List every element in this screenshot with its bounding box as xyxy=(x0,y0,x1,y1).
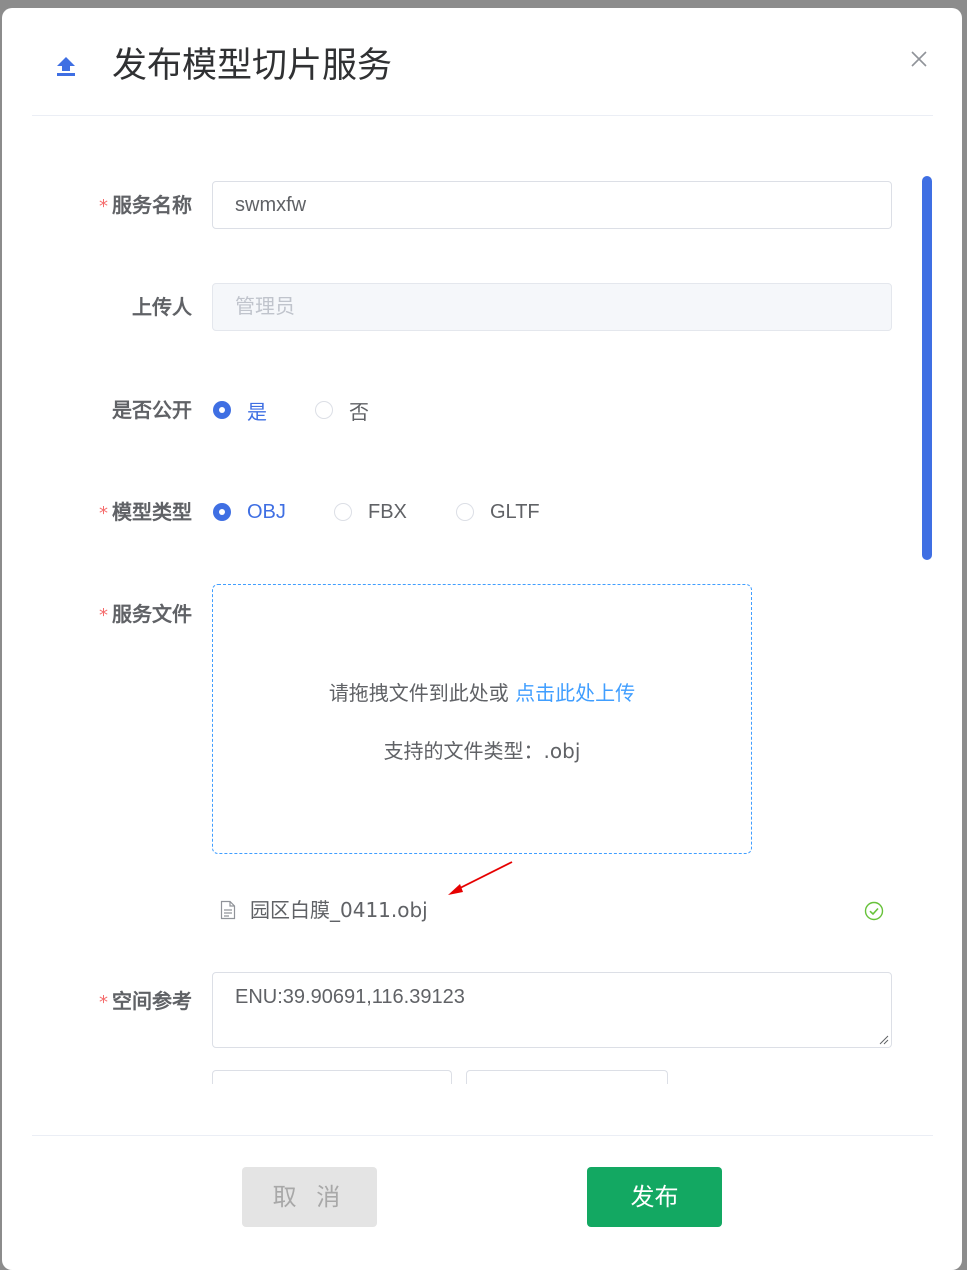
upload-link[interactable]: 点击此处上传 xyxy=(515,681,635,705)
resize-grip-icon[interactable] xyxy=(877,1033,889,1045)
scrollbar-thumb[interactable] xyxy=(922,176,932,560)
required-mark: * xyxy=(99,992,108,1013)
file-type-tip: 支持的文件类型：.obj xyxy=(383,739,581,763)
radio-model-fbx[interactable]: FBX xyxy=(334,498,407,526)
success-check-icon xyxy=(864,901,884,921)
radio-model-gltf[interactable]: GLTF xyxy=(456,498,540,526)
model-type-label: * 模型类型 xyxy=(99,500,192,524)
spatial-reference-textarea[interactable]: ENU:39.90691,116.39123 xyxy=(212,972,892,1048)
publish-dialog: 发布模型切片服务 * 服务名称 swmxfw 上传人 管理员 是否公开 是 否 *… xyxy=(2,8,962,1270)
is-public-label: 是否公开 xyxy=(112,398,192,422)
cancel-button[interactable]: 取 消 xyxy=(242,1167,377,1227)
radio-unchecked-icon xyxy=(456,503,474,521)
file-dropzone[interactable]: 请拖拽文件到此处或 点击此处上传 支持的文件类型：.obj xyxy=(212,584,752,854)
header-divider xyxy=(32,115,933,116)
radio-checked-icon xyxy=(213,503,231,521)
footer-divider xyxy=(32,1135,933,1136)
radio-unchecked-icon xyxy=(315,401,333,419)
required-mark: * xyxy=(99,503,108,524)
required-mark: * xyxy=(99,605,108,626)
radio-public-no[interactable]: 否 xyxy=(315,396,369,424)
service-name-label: * 服务名称 xyxy=(99,193,192,217)
uploaded-file-item[interactable]: 园区白膜_0411.obj xyxy=(212,892,892,928)
dialog-title: 发布模型切片服务 xyxy=(112,46,393,86)
radio-label: 否 xyxy=(349,401,369,424)
radio-public-yes[interactable]: 是 xyxy=(213,396,267,424)
radio-label: OBJ xyxy=(247,500,286,523)
radio-label: FBX xyxy=(368,500,407,523)
partial-input-left[interactable] xyxy=(212,1070,452,1084)
service-file-label: * 服务文件 xyxy=(99,602,192,626)
radio-unchecked-icon xyxy=(334,503,352,521)
upload-icon xyxy=(57,57,75,76)
radio-checked-icon xyxy=(213,401,231,419)
close-icon[interactable] xyxy=(908,48,930,70)
uploader-label: 上传人 xyxy=(132,295,192,319)
radio-model-obj[interactable]: OBJ xyxy=(213,498,286,526)
publish-button[interactable]: 发布 xyxy=(587,1167,722,1227)
partial-input-right[interactable] xyxy=(466,1070,668,1084)
dialog-header: 发布模型切片服务 xyxy=(2,8,962,116)
required-mark: * xyxy=(99,196,108,217)
service-name-input[interactable]: swmxfw xyxy=(212,181,892,229)
uploaded-file-name: 园区白膜_0411.obj xyxy=(250,898,428,922)
spatial-reference-label: * 空间参考 xyxy=(99,989,192,1013)
uploader-input: 管理员 xyxy=(212,283,892,331)
radio-label: 是 xyxy=(247,401,267,424)
dropzone-text: 请拖拽文件到此处或 点击此处上传 xyxy=(328,681,636,705)
radio-label: GLTF xyxy=(490,500,540,523)
document-icon xyxy=(220,900,236,920)
